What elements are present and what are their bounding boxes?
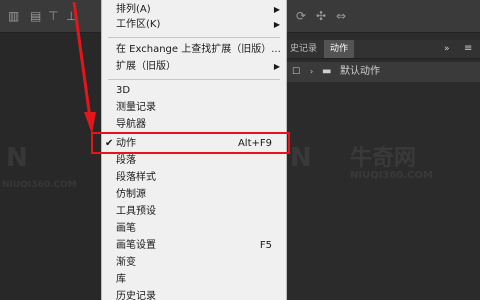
menu-item-paragraph-styles[interactable]: 段落样式 [102, 169, 286, 186]
menu-item-libraries[interactable]: 库 [102, 271, 286, 288]
menu-divider [108, 79, 280, 80]
panel-tab-bar: 史记录 动作 » ≡ [284, 40, 480, 59]
collapse-icon[interactable]: » [444, 40, 450, 58]
action-set-row[interactable]: ☐ › ▬ 默认动作 [284, 62, 480, 82]
menu-item-extensions[interactable]: 扩展（旧版） ▶ [102, 58, 286, 75]
watermark-logo: N [6, 143, 28, 173]
watermark-text: NIUQI360.COM [350, 170, 433, 181]
expand-arrow-icon[interactable]: › [310, 62, 313, 82]
align-top-icon[interactable]: ▤ [30, 9, 41, 23]
folder-icon: ▬ [322, 66, 332, 77]
3d-move-icon[interactable]: ✣ [316, 9, 326, 23]
menu-divider [108, 37, 280, 38]
tab-actions[interactable]: 动作 [324, 40, 355, 58]
menu-item-brush-settings[interactable]: 画笔设置 F5 [102, 237, 286, 254]
watermark-brand: 牛奇网 [350, 146, 417, 171]
red-arrow-icon [72, 1, 96, 134]
menu-item-gradients[interactable]: 渐变 [102, 254, 286, 271]
3d-slide-icon[interactable]: ⇔ [336, 9, 346, 23]
menu-item-clone-source[interactable]: 仿制源 [102, 186, 286, 203]
chevron-right-icon: ▶ [273, 20, 280, 29]
menu-item-workspace[interactable]: 工作区(K) ▶ [102, 16, 286, 33]
menu-item-history[interactable]: 历史记录 [102, 288, 286, 300]
chevron-right-icon: ▶ [273, 62, 280, 71]
align-icon[interactable]: ▥ [8, 9, 19, 23]
3d-rotate-icon[interactable]: ⟳ [296, 9, 306, 23]
tab-history[interactable]: 史记录 [284, 40, 323, 58]
menu-item-navigator[interactable]: 导航器 [102, 116, 286, 133]
menu-item-tool-presets[interactable]: 工具预设 [102, 203, 286, 220]
panel-menu-icon[interactable]: ≡ [464, 40, 472, 58]
toggle-checkbox-icon[interactable]: ☐ [292, 62, 300, 82]
shortcut-label: F5 [259, 240, 272, 251]
menu-item-measurement-log[interactable]: 测量记录 [102, 99, 286, 116]
watermark-text-left: NIUQI360.COM [2, 180, 77, 190]
highlight-box [91, 132, 290, 154]
align-left-icon[interactable]: ⊤ [48, 9, 58, 23]
menu-item-brushes[interactable]: 画笔 [102, 220, 286, 237]
menu-item-3d[interactable]: 3D [102, 82, 286, 99]
menu-item-paragraph[interactable]: 段落 [102, 152, 286, 169]
watermark-logo-right: N [290, 143, 312, 173]
action-set-label: 默认动作 [340, 66, 380, 77]
menu-item-exchange[interactable]: 在 Exchange 上查找扩展（旧版）... [102, 41, 286, 58]
